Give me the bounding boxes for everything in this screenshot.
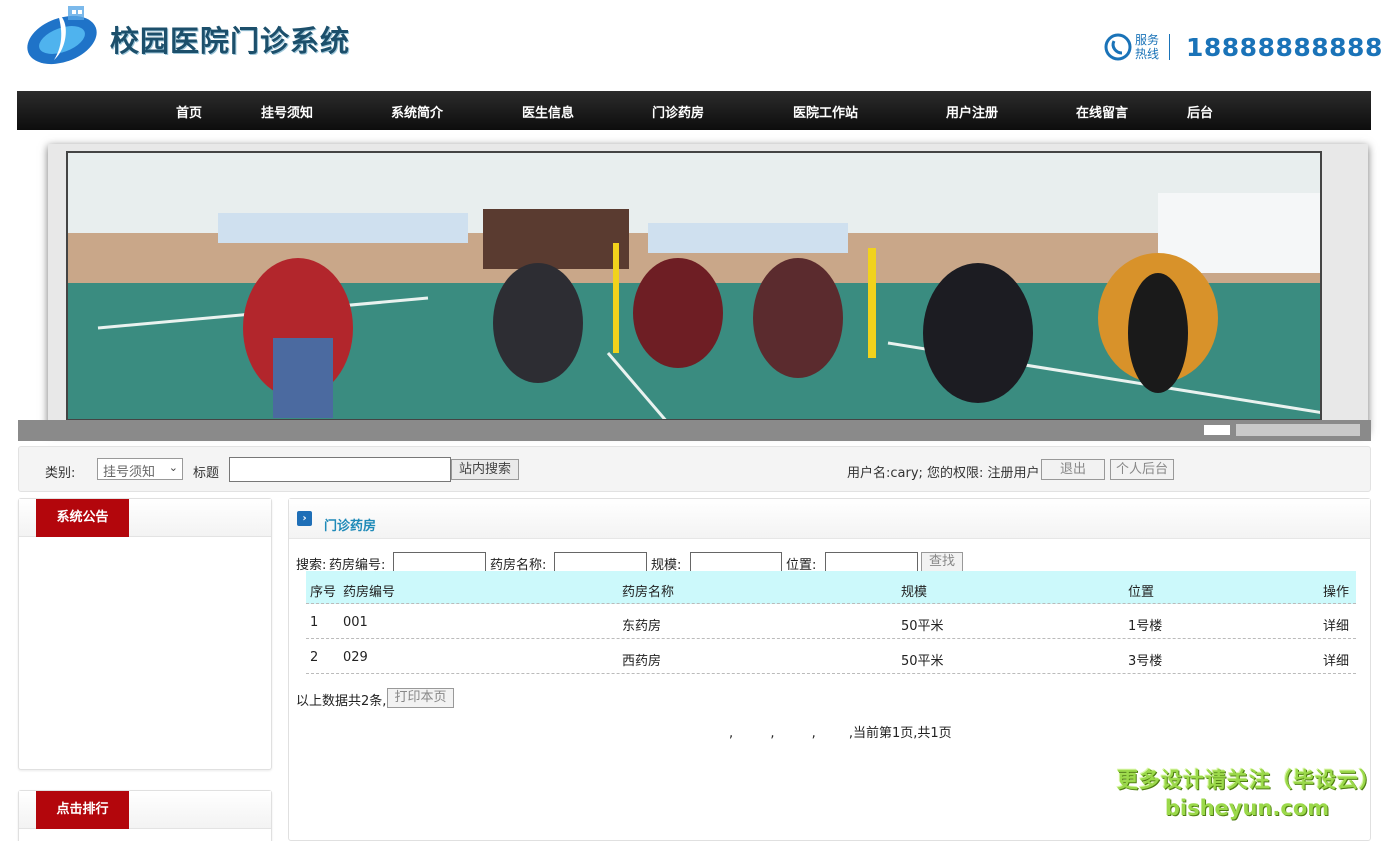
logout-button[interactable]: 退出 — [1041, 459, 1105, 480]
personal-center-button[interactable]: 个人后台 — [1110, 459, 1174, 480]
watermark: 更多设计请关注（毕设云） bisheyun.com — [1117, 764, 1381, 820]
pharmacy-panel-title: 门诊药房 — [324, 519, 377, 534]
pharmacy-name-input[interactable] — [554, 552, 647, 572]
ranking-panel-header: 点击排行 — [19, 791, 271, 829]
site-search-bar: 类别: 挂号须知 ⌄ 标题 站内搜索 用户名:cary; 您的权限: 注册用户 … — [18, 446, 1371, 492]
watermark-line2: bisheyun.com — [1164, 796, 1330, 820]
pagination: , , , ,当前第1页,共1页 — [729, 726, 952, 741]
row-code: 029 — [343, 650, 368, 665]
find-button[interactable]: 查找 — [921, 552, 963, 572]
th-name: 药房名称 — [622, 585, 675, 600]
pharmacy-panel-header: › 门诊药房 — [289, 499, 1370, 539]
phone-service-icon — [1104, 33, 1132, 61]
main-nav: 首页 挂号须知 系统简介 医生信息 门诊药房 医院工作站 用户注册 在线留言 后… — [17, 91, 1371, 130]
pharmacy-filter-form: 搜索: 药房编号: 药房名称: 规模: 位置: 查找 — [296, 551, 996, 573]
title-search-input[interactable] — [229, 457, 451, 482]
row-scale: 50平米 — [901, 654, 944, 669]
pharmacy-code-input[interactable] — [393, 552, 486, 572]
user-info: 用户名:cary; 您的权限: 注册用户 — [847, 466, 1040, 481]
pharmacy-location-input[interactable] — [825, 552, 918, 572]
table-row: 1 001 东药房 50平米 1号楼 详细 — [306, 605, 1356, 639]
nav-system-intro[interactable]: 系统简介 — [391, 102, 443, 121]
row-detail-link[interactable]: 详细 — [1323, 615, 1349, 634]
hotline-divider — [1169, 34, 1170, 60]
category-label: 类别: — [45, 466, 76, 481]
title-label: 标题 — [193, 466, 220, 481]
nav-home[interactable]: 首页 — [176, 102, 202, 121]
banner-frame — [48, 144, 1368, 432]
row-scale: 50平米 — [901, 619, 944, 634]
watermark-line1: 更多设计请关注（毕设云） — [1117, 768, 1381, 792]
th-location: 位置 — [1128, 585, 1155, 600]
th-scale: 规模 — [901, 585, 928, 600]
row-location: 3号楼 — [1128, 654, 1163, 669]
banner-photo — [68, 153, 1320, 419]
th-action: 操作 — [1323, 585, 1350, 600]
notice-panel-title: 系统公告 — [36, 499, 129, 537]
nav-doctor-info[interactable]: 医生信息 — [522, 102, 574, 121]
row-code: 001 — [343, 615, 368, 630]
row-name: 西药房 — [622, 654, 662, 669]
banner-thumbnail — [1236, 424, 1360, 436]
hotline-label: 服务 热线 — [1135, 33, 1160, 61]
site-title: 校园医院门诊系统 — [110, 24, 351, 58]
ranking-panel-title: 点击排行 — [36, 791, 129, 829]
row-name: 东药房 — [622, 619, 662, 634]
pharmacy-scale-input[interactable] — [690, 552, 782, 572]
row-location: 1号楼 — [1128, 619, 1163, 634]
row-index: 1 — [310, 615, 319, 630]
arrow-right-icon: › — [297, 511, 312, 526]
ranking-panel: 点击排行 — [18, 790, 272, 841]
print-page-button[interactable]: 打印本页 — [387, 688, 454, 708]
th-code: 药房编号 — [343, 585, 396, 600]
nav-hospital-workstation[interactable]: 医院工作站 — [793, 102, 858, 121]
table-row: 2 029 西药房 50平米 3号楼 详细 — [306, 640, 1356, 674]
row-index: 2 — [310, 650, 319, 665]
nav-online-message[interactable]: 在线留言 — [1076, 102, 1128, 121]
site-search-button[interactable]: 站内搜索 — [451, 459, 519, 480]
nav-registration-notice[interactable]: 挂号须知 — [261, 102, 313, 121]
notice-panel-header: 系统公告 — [19, 499, 271, 537]
category-select[interactable]: 挂号须知 ⌄ — [97, 458, 183, 480]
th-index: 序号 — [310, 585, 337, 600]
hospital-logo-icon — [27, 6, 97, 65]
table-header: 序号 药房编号 药房名称 规模 位置 操作 — [306, 571, 1356, 604]
nav-pharmacy[interactable]: 门诊药房 — [652, 102, 704, 121]
notice-panel: 系统公告 — [18, 498, 272, 770]
banner-image[interactable] — [66, 151, 1322, 421]
banner-caption-strip — [18, 420, 1371, 441]
nav-user-register[interactable]: 用户注册 — [946, 102, 998, 121]
total-count-text: 以上数据共2条, — [296, 694, 387, 709]
hotline-number: 18888888888 — [1186, 33, 1383, 62]
nav-admin[interactable]: 后台 — [1187, 102, 1213, 121]
site-header: 校园医院门诊系统 服务 热线 18888888888 — [0, 0, 1400, 90]
chevron-down-icon: ⌄ — [168, 461, 178, 474]
banner-indicator[interactable] — [1204, 425, 1230, 435]
row-detail-link[interactable]: 详细 — [1323, 650, 1349, 669]
